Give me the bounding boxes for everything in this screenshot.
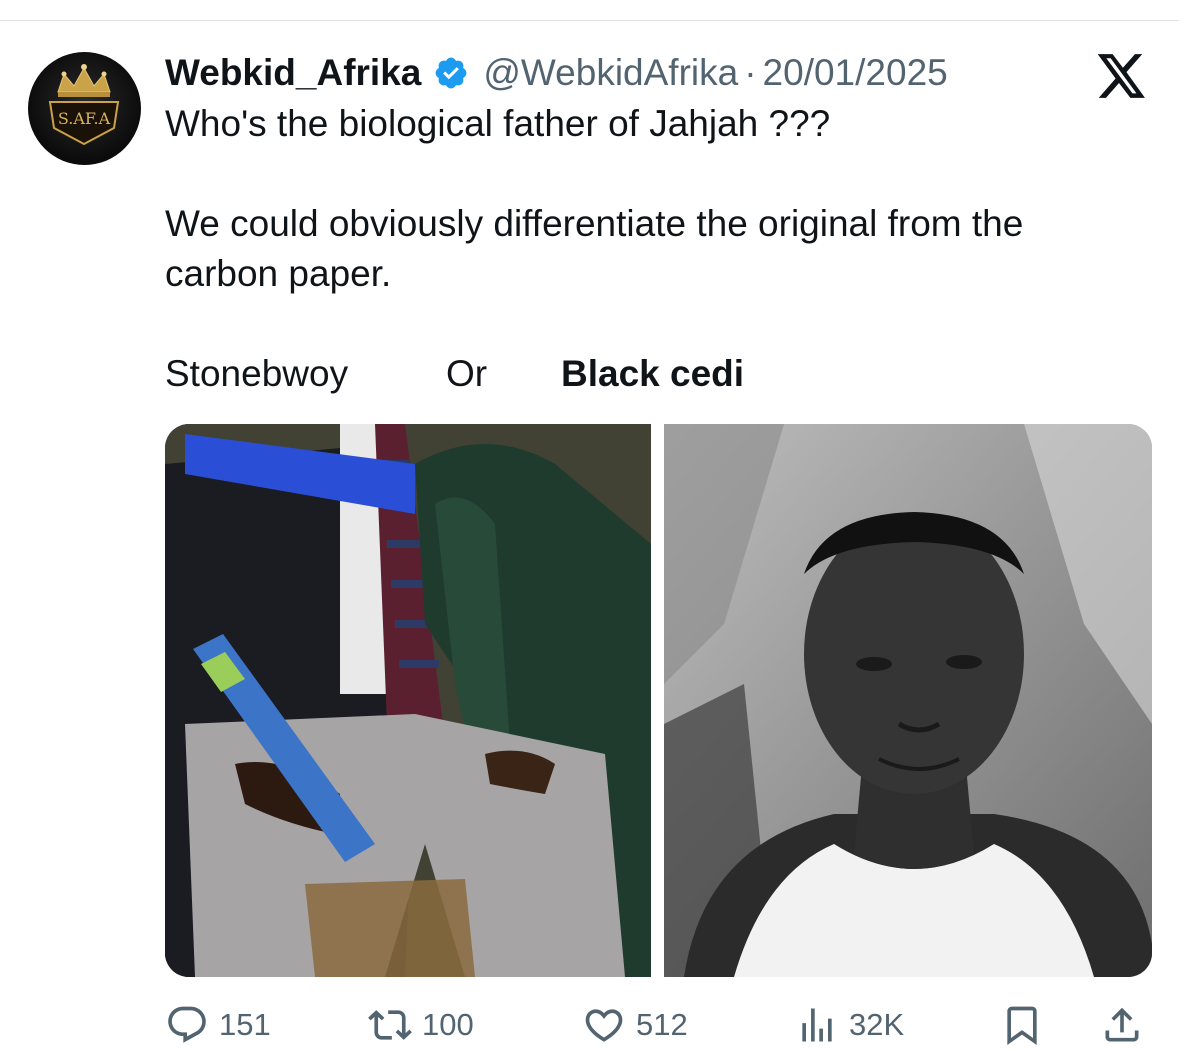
bookmark-icon <box>1007 1006 1037 1046</box>
x-logo-icon <box>1097 54 1147 100</box>
like-button[interactable]: 512 <box>582 1000 688 1050</box>
separator-dot: · <box>744 52 757 93</box>
photo-right[interactable] <box>664 424 1152 977</box>
timestamp[interactable]: 20/01/2025 <box>763 52 948 94</box>
views-button[interactable]: 32K <box>795 1000 904 1050</box>
retweet-icon <box>368 1010 412 1040</box>
tweet-header: Webkid_Afrika @WebkidAfrika · 20/01/2025 <box>165 48 948 98</box>
top-divider <box>0 20 1179 21</box>
reply-icon <box>168 1006 206 1043</box>
retweet-count: 100 <box>422 1007 474 1042</box>
retweet-button[interactable]: 100 <box>368 1000 474 1050</box>
graduation-photo-image <box>165 424 651 977</box>
share-icon <box>1105 1007 1139 1042</box>
display-name[interactable]: Webkid_Afrika <box>165 52 421 94</box>
share-button[interactable] <box>1100 1000 1144 1050</box>
avatar-logo-icon: S.AF.A <box>48 64 120 146</box>
photo-left[interactable] <box>165 424 651 977</box>
choice-stonebwoy: Stonebwoy <box>165 353 349 394</box>
heart-icon <box>585 1009 623 1042</box>
tweet-media[interactable] <box>165 424 1152 977</box>
choice-black-cedi: Black cedi <box>561 353 745 394</box>
handle[interactable]: @WebkidAfrika <box>483 52 738 94</box>
tweet-text-line-3: carbon paper. <box>165 253 392 294</box>
tweet-actions: 151 100 512 32K <box>0 1000 1179 1050</box>
like-count: 512 <box>636 1007 688 1042</box>
svg-text:S.AF.A: S.AF.A <box>58 109 111 128</box>
choice-or: Or <box>446 353 488 394</box>
verified-badge-icon <box>433 55 469 91</box>
tweet-text-line-1: Who's the biological father of Jahjah ??… <box>165 103 831 144</box>
portrait-photo-image <box>664 424 1152 977</box>
views-count: 32K <box>849 1007 905 1042</box>
avatar[interactable]: S.AF.A <box>28 52 141 165</box>
bookmark-button[interactable] <box>1000 1000 1044 1050</box>
tweet-text-line-2: We could obviously differentiate the ori… <box>165 203 1024 244</box>
reply-button[interactable]: 151 <box>165 1000 271 1050</box>
reply-count: 151 <box>219 1007 271 1042</box>
views-icon <box>802 1008 832 1042</box>
